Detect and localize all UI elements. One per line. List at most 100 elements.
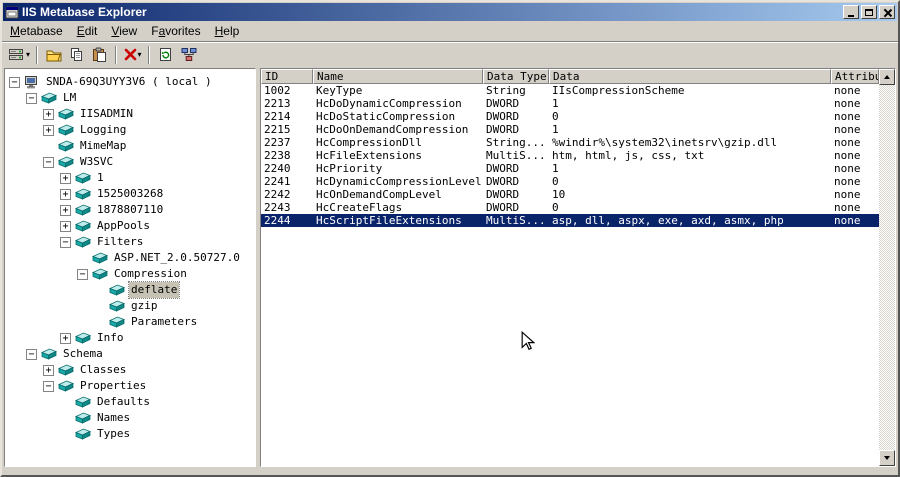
tree-panel[interactable]: − SNDA-69Q3UYY3V6 ( local ) − LM + IISADMIN + L…	[4, 68, 256, 467]
tree-item-mimemap[interactable]: MimeMap	[5, 138, 255, 154]
tree-item-properties[interactable]: − Properties	[5, 378, 255, 394]
tree-item-filters[interactable]: − Filters	[5, 234, 255, 250]
column-header-attributes[interactable]: Attributes	[831, 69, 879, 84]
expand-icon[interactable]: +	[43, 364, 54, 376]
table-row[interactable]: 2238 HcFileExtensions MultiS... htm, html, …	[261, 149, 879, 162]
cell-name: HcDynamicCompressionLevel	[316, 175, 482, 188]
maximize-button[interactable]	[861, 5, 877, 19]
close-button[interactable]	[879, 5, 895, 19]
cell-id: 2242	[264, 188, 291, 201]
cell-data: 0	[552, 201, 559, 214]
tree-item-schema[interactable]: − Schema	[5, 346, 255, 362]
menu-item-favorites[interactable]: Favorites	[144, 21, 207, 41]
expand-icon[interactable]: +	[60, 220, 71, 232]
collapse-icon[interactable]: −	[43, 380, 54, 392]
menu-item-help[interactable]: Help	[208, 21, 247, 41]
node-icon	[41, 92, 57, 104]
list-panel: IDNameData TypeDataAttributes 1002 KeyTyp…	[260, 68, 896, 467]
tree-item-label: W3SVC	[80, 155, 114, 168]
collapse-icon[interactable]: −	[9, 76, 20, 88]
cell-data: 10	[552, 188, 566, 201]
tree-item-classes[interactable]: + Classes	[5, 362, 255, 378]
tree-item-asp-net-2-0-50727-0[interactable]: ASP.NET_2.0.50727.0	[5, 250, 255, 266]
column-header-data-type[interactable]: Data Type	[483, 69, 549, 84]
scroll-down-button[interactable]	[879, 450, 895, 466]
tree-item-parameters[interactable]: Parameters	[5, 314, 255, 330]
tree-item-info[interactable]: + Info	[5, 330, 255, 346]
collapse-icon[interactable]: −	[26, 348, 37, 360]
table-row[interactable]: 2237 HcCompressionDll String... %windir%\sy…	[261, 136, 879, 149]
tree-item-deflate[interactable]: deflate	[5, 281, 255, 299]
menu-item-metabase[interactable]: Metabase	[3, 21, 70, 41]
table-row[interactable]: 2214 HcDoStaticCompression DWORD 0 none	[261, 110, 879, 123]
tree-item-label: Types	[97, 427, 131, 440]
node-icon	[58, 364, 74, 376]
expand-icon[interactable]: +	[60, 172, 71, 184]
refresh-button[interactable]	[154, 44, 177, 66]
tree-item-label: gzip	[131, 299, 158, 312]
menu-item-edit[interactable]: Edit	[70, 21, 105, 41]
expand-icon[interactable]: +	[60, 204, 71, 216]
collapse-icon[interactable]: −	[26, 92, 37, 104]
table-row[interactable]: 1002 KeyType String IIsCompressionScheme non…	[261, 84, 879, 97]
tree-item-1525003268[interactable]: +1525003268	[5, 186, 255, 202]
scroll-up-button[interactable]	[879, 69, 895, 85]
dropdown-arrow-icon: ▾	[137, 50, 142, 59]
tree-item-label: Compression	[114, 267, 187, 280]
cell-attributes: none	[834, 188, 861, 201]
tree-item-names[interactable]: Names	[5, 410, 255, 426]
table-body[interactable]: 1002 KeyType String IIsCompressionScheme non…	[261, 84, 879, 466]
table-row[interactable]: 2213 HcDoDynamicCompression DWORD 1 none	[261, 97, 879, 110]
tree-item-compression[interactable]: − Compression	[5, 266, 255, 282]
column-header-name[interactable]: Name	[313, 69, 483, 84]
cell-data: htm, html, js, css, txt	[552, 149, 705, 162]
network-button[interactable]	[177, 44, 200, 66]
title-bar[interactable]: IIS Metabase Explorer	[3, 3, 897, 21]
collapse-icon[interactable]: −	[43, 156, 54, 168]
tree-item-lm[interactable]: − LM	[5, 90, 255, 106]
cell-attributes: none	[834, 110, 861, 123]
table-row[interactable]: 2242 HcOnDemandCompLevel DWORD 10 none	[261, 188, 879, 201]
copy-button[interactable]	[65, 44, 88, 66]
node-icon	[109, 316, 125, 328]
table-row[interactable]: 2240 HcPriority DWORD 1 none	[261, 162, 879, 175]
cell-attributes: none	[834, 84, 861, 97]
table-row[interactable]: 2241 HcDynamicCompressionLevel DWORD 0 none	[261, 175, 879, 188]
cell-data-type: DWORD	[486, 123, 520, 136]
column-header-data[interactable]: Data	[549, 69, 831, 84]
collapse-icon[interactable]: −	[77, 268, 88, 280]
delete-button[interactable]: ▾	[121, 44, 144, 66]
cell-id: 2241	[264, 175, 291, 188]
vertical-scrollbar[interactable]	[879, 69, 895, 466]
menu-item-view[interactable]: View	[104, 21, 144, 41]
column-header-id[interactable]: ID	[261, 69, 313, 84]
collapse-icon[interactable]: −	[60, 236, 71, 248]
minimize-button[interactable]	[843, 5, 859, 19]
node-icon	[92, 268, 108, 280]
connect-server-button[interactable]: ▾	[6, 44, 32, 66]
tree-item-iisadmin[interactable]: + IISADMIN	[5, 106, 255, 122]
tree-item-apppools[interactable]: + AppPools	[5, 218, 255, 234]
cell-name: HcScriptFileExtensions	[316, 214, 462, 227]
tree-item-logging[interactable]: + Logging	[5, 122, 255, 138]
expand-icon[interactable]: +	[43, 108, 54, 120]
tree-item-1878807110[interactable]: +1878807110	[5, 202, 255, 218]
expand-icon[interactable]: +	[60, 188, 71, 200]
expand-icon[interactable]: +	[60, 332, 71, 344]
tree-item-w3svc[interactable]: − W3SVC	[5, 154, 255, 170]
expand-icon[interactable]: +	[43, 124, 54, 136]
table-row[interactable]: 2243 HcCreateFlags DWORD 0 none	[261, 201, 879, 214]
open-folder-button[interactable]	[42, 44, 65, 66]
paste-button[interactable]	[88, 44, 111, 66]
tree-item-snda-69q3uyy3v6-local[interactable]: − SNDA-69Q3UYY3V6 ( local )	[5, 74, 255, 90]
cell-data: asp, dll, aspx, exe, axd, asmx, php	[552, 214, 784, 227]
tree-item-defaults[interactable]: Defaults	[5, 394, 255, 410]
table-row[interactable]: 2215 HcDoOnDemandCompression DWORD 1 none	[261, 123, 879, 136]
tree-item-label: LM	[63, 91, 77, 104]
tree-item-types[interactable]: Types	[5, 426, 255, 442]
tree-item-gzip[interactable]: gzip	[5, 298, 255, 314]
tree-item-label: Properties	[80, 379, 147, 392]
table-row[interactable]: 2244 HcScriptFileExtensions MultiS... asp, …	[261, 214, 879, 227]
tree-item-1[interactable]: +1	[5, 170, 255, 186]
cell-id: 2243	[264, 201, 291, 214]
